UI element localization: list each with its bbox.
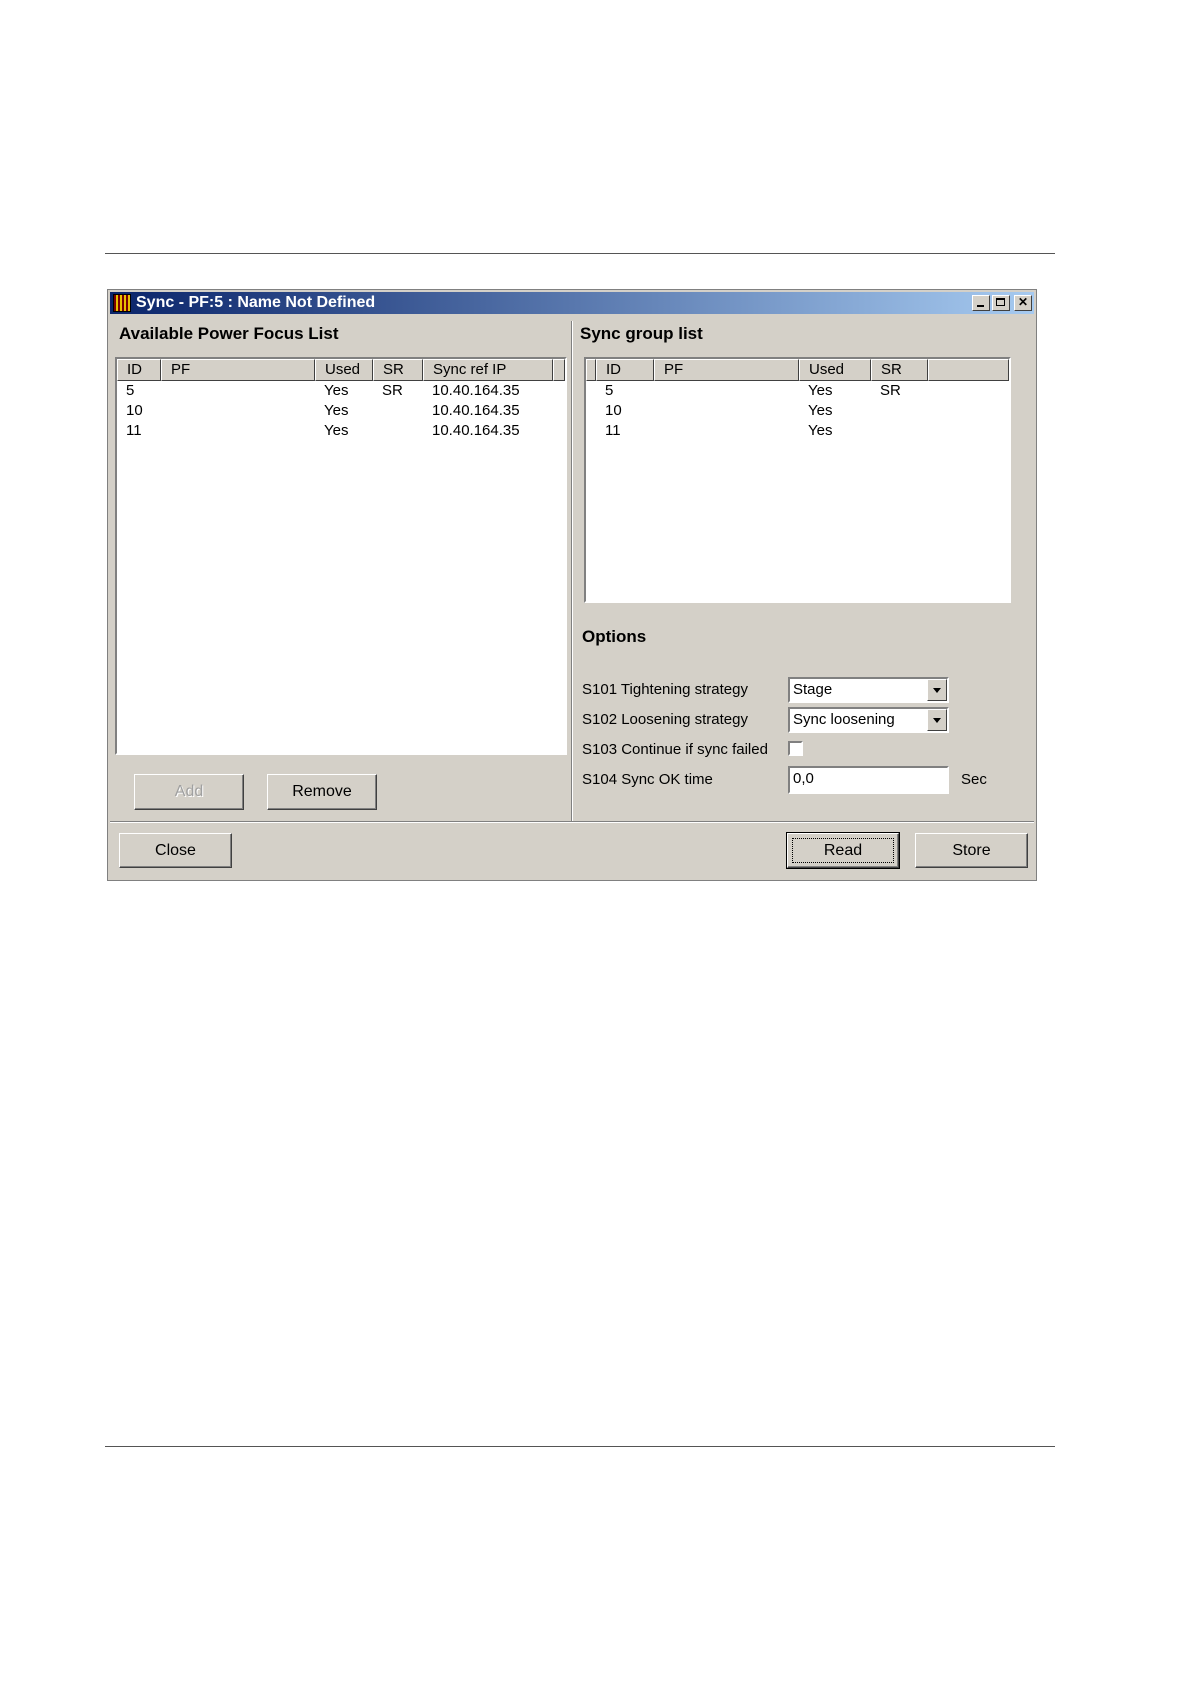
tightening-strategy-label: S101 Tightening strategy [582, 681, 748, 698]
column-header-filler [553, 359, 565, 381]
available-list-title: Available Power Focus List [119, 324, 339, 343]
page-top-rule [105, 253, 1055, 254]
table-row[interactable]: 10 Yes 10.40.164.35 [117, 401, 565, 421]
cell-sync-ref-ip: 10.40.164.35 [432, 382, 520, 399]
column-header-sr[interactable]: SR [373, 359, 423, 381]
window-title: Sync - PF:5 : Name Not Defined [136, 294, 376, 311]
loosening-strategy-label: S102 Loosening strategy [582, 711, 748, 728]
column-header-id[interactable]: ID [596, 359, 654, 381]
available-list-header: ID PF Used SR Sync ref IP [117, 359, 565, 381]
maximize-icon [996, 298, 1005, 306]
cell-sync-ref-ip: 10.40.164.35 [432, 402, 520, 419]
cell-pf [654, 421, 799, 441]
continue-if-sync-failed-checkbox[interactable] [788, 741, 803, 756]
close-icon: ✕ [1017, 295, 1029, 309]
chevron-down-icon[interactable] [927, 709, 947, 731]
cell-id: 10 [605, 402, 622, 419]
add-button[interactable]: Add [134, 774, 244, 810]
column-header-used[interactable]: Used [799, 359, 871, 381]
store-button[interactable]: Store [915, 833, 1028, 868]
available-power-focus-panel: Available Power Focus List ID PF Used SR… [112, 321, 572, 821]
cell-spacer [586, 421, 596, 441]
sync-ok-time-unit: Sec [961, 771, 987, 788]
read-button[interactable]: Read [786, 832, 900, 869]
table-row[interactable]: 5 Yes SR 10.40.164.35 [117, 381, 565, 401]
sync-ok-time-input[interactable]: 0,0 [788, 766, 949, 794]
continue-if-sync-failed-label: S103 Continue if sync failed [582, 741, 768, 758]
remove-button[interactable]: Remove [267, 774, 377, 810]
sync-group-panel: Sync group list ID PF Used SR 5 Yes SR 1… [573, 321, 1033, 821]
page-bottom-rule [105, 1446, 1055, 1447]
column-header-pf[interactable]: PF [654, 359, 799, 381]
available-power-focus-list[interactable]: ID PF Used SR Sync ref IP 5 Yes SR 10.40… [115, 357, 567, 755]
cell-pf [654, 381, 799, 401]
close-window-button[interactable]: ✕ [1014, 295, 1032, 311]
cell-used: Yes [324, 402, 349, 419]
column-header-id[interactable]: ID [117, 359, 161, 381]
cell-used: Yes [324, 382, 349, 399]
column-header-sr[interactable]: SR [871, 359, 928, 381]
cell-used: Yes [808, 382, 833, 399]
sync-group-title: Sync group list [580, 324, 703, 343]
sync-dialog: Sync - PF:5 : Name Not Defined ✕ Availab… [107, 289, 1037, 881]
table-row[interactable]: 10 Yes [586, 401, 1009, 421]
column-header-used[interactable]: Used [315, 359, 373, 381]
cell-id: 5 [126, 382, 135, 399]
sync-ok-time-label: S104 Sync OK time [582, 771, 713, 788]
table-row[interactable]: 11 Yes [586, 421, 1009, 441]
column-header-spacer [586, 359, 596, 381]
sync-group-list[interactable]: ID PF Used SR 5 Yes SR 10 Yes 11 Yes [584, 357, 1011, 603]
cell-sr [373, 421, 423, 441]
cell-id: 10 [126, 402, 143, 419]
title-bar[interactable]: Sync - PF:5 : Name Not Defined ✕ [110, 292, 1034, 314]
minimize-icon [977, 305, 984, 307]
column-header-filler [928, 359, 1009, 381]
maximize-button[interactable] [992, 295, 1010, 311]
cell-id: 5 [605, 382, 614, 399]
focus-rectangle [792, 838, 894, 863]
cell-used: Yes [324, 422, 349, 439]
cell-sr [871, 421, 928, 441]
cell-sr: SR [880, 382, 901, 399]
cell-sync-ref-ip: 10.40.164.35 [432, 422, 520, 439]
column-header-pf[interactable]: PF [161, 359, 315, 381]
chevron-down-icon[interactable] [927, 679, 947, 701]
cell-used: Yes [808, 422, 833, 439]
cell-pf [654, 401, 799, 421]
cell-spacer [586, 401, 596, 421]
table-row[interactable]: 5 Yes SR [586, 381, 1009, 401]
footer-divider [110, 821, 1034, 822]
cell-id: 11 [126, 422, 142, 439]
cell-sr: SR [382, 382, 403, 399]
sync-group-header: ID PF Used SR [586, 359, 1009, 381]
tightening-strategy-select[interactable]: Stage [788, 677, 949, 703]
loosening-strategy-select[interactable]: Sync loosening [788, 707, 949, 733]
app-icon [113, 294, 131, 312]
close-button[interactable]: Close [119, 833, 232, 868]
tightening-strategy-value: Stage [793, 681, 833, 698]
cell-spacer [586, 381, 596, 401]
cell-pf [161, 381, 315, 401]
column-header-sync-ref-ip[interactable]: Sync ref IP [423, 359, 553, 381]
cell-id: 11 [605, 422, 621, 439]
cell-pf [161, 401, 315, 421]
cell-pf [161, 421, 315, 441]
minimize-button[interactable] [972, 295, 990, 311]
cell-used: Yes [808, 402, 833, 419]
table-row[interactable]: 11 Yes 10.40.164.35 [117, 421, 565, 441]
options-title: Options [582, 627, 647, 646]
loosening-strategy-value: Sync loosening [793, 711, 895, 728]
cell-sr [373, 401, 423, 421]
cell-sr [871, 401, 928, 421]
